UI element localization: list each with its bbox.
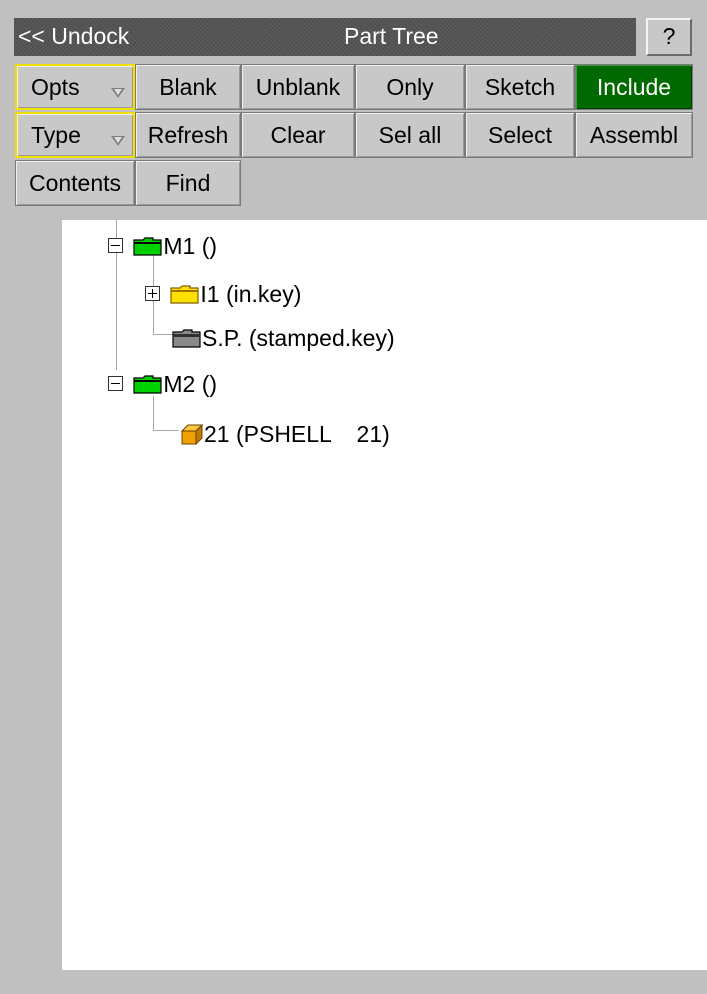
filter-dropdown-icon bbox=[111, 136, 125, 146]
green-folder-icon bbox=[133, 237, 162, 256]
include-button[interactable]: Include bbox=[575, 64, 693, 110]
tree-connector-line bbox=[153, 430, 179, 431]
tree-node-label: M1 () bbox=[163, 232, 218, 259]
sel-all-button[interactable]: Sel all bbox=[355, 112, 465, 158]
select-button[interactable]: Select bbox=[465, 112, 575, 158]
tree-node-label: S.P. (stamped.key) bbox=[202, 324, 395, 351]
help-button[interactable]: ? bbox=[646, 18, 692, 56]
tree-node-part-21[interactable]: 21 (PSHELL 21) bbox=[180, 418, 390, 447]
expand-icon[interactable] bbox=[145, 286, 160, 302]
orange-part-cube-icon bbox=[180, 423, 204, 445]
tree-node-label: I1 (in.key) bbox=[200, 280, 302, 307]
collapse-icon[interactable] bbox=[108, 376, 123, 392]
type-label: Type bbox=[31, 122, 81, 148]
clear-button[interactable]: Clear bbox=[241, 112, 355, 158]
undock-button[interactable]: << Undock bbox=[18, 23, 129, 50]
green-folder-icon bbox=[133, 375, 162, 394]
tree-node-label: M2 () bbox=[163, 370, 218, 397]
unblank-button[interactable]: Unblank bbox=[241, 64, 355, 110]
collapse-icon[interactable] bbox=[108, 238, 123, 254]
opts-dropdown[interactable]: Opts bbox=[15, 64, 135, 110]
tree-node-m1[interactable]: M1 () bbox=[108, 230, 218, 259]
tree-node-label: 21 (PSHELL 21) bbox=[204, 420, 390, 447]
assembly-button[interactable]: Assembl bbox=[575, 112, 693, 158]
only-button[interactable]: Only bbox=[355, 64, 465, 110]
filter-dropdown-icon bbox=[111, 88, 125, 98]
title-bar: << Undock Part Tree bbox=[14, 18, 636, 56]
find-button[interactable]: Find bbox=[135, 160, 241, 206]
part-tree-panel[interactable]: M1 () I1 (in.key) S.P. (stamped.key) M2 … bbox=[62, 220, 707, 970]
tree-node-m2[interactable]: M2 () bbox=[108, 368, 218, 397]
yellow-folder-icon bbox=[170, 285, 199, 304]
type-dropdown[interactable]: Type bbox=[15, 112, 135, 158]
blank-button[interactable]: Blank bbox=[135, 64, 241, 110]
sketch-button[interactable]: Sketch bbox=[465, 64, 575, 110]
refresh-button[interactable]: Refresh bbox=[135, 112, 241, 158]
grey-folder-icon bbox=[172, 329, 201, 348]
panel-title: Part Tree bbox=[344, 23, 439, 49]
tree-connector-line bbox=[116, 252, 117, 370]
tree-node-sp[interactable]: S.P. (stamped.key) bbox=[170, 322, 395, 351]
tree-node-i1[interactable]: I1 (in.key) bbox=[145, 278, 302, 307]
opts-label: Opts bbox=[31, 74, 80, 100]
tree-connector-line bbox=[153, 396, 154, 430]
contents-button[interactable]: Contents bbox=[15, 160, 135, 206]
